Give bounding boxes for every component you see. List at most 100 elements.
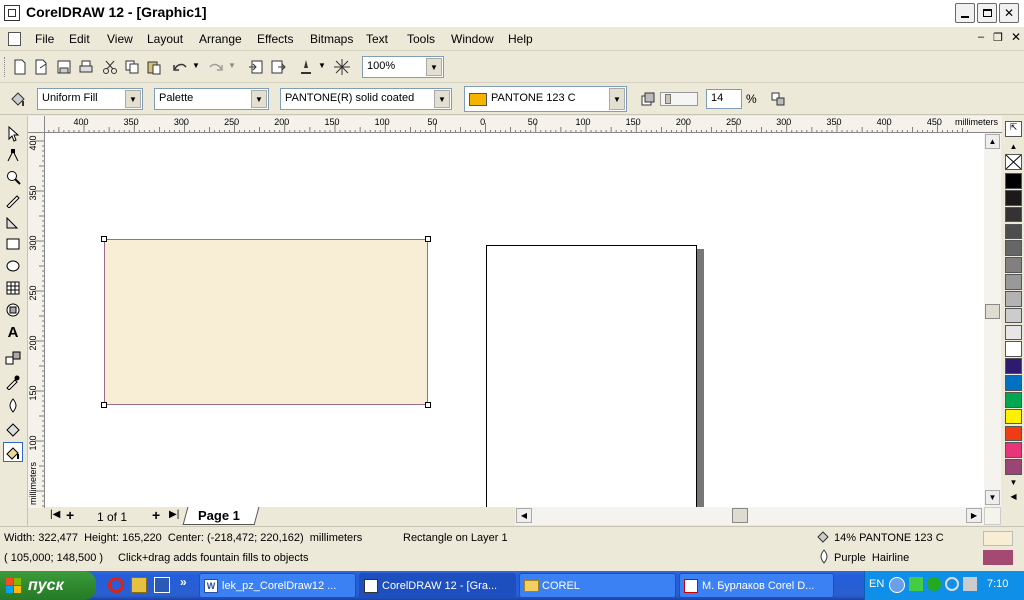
quicklaunch-opera-icon[interactable]: [108, 577, 124, 593]
application-launcher-icon[interactable]: [296, 57, 316, 77]
new-icon[interactable]: [10, 57, 30, 77]
copy-fill-icon[interactable]: [768, 89, 788, 109]
task-corel-folder[interactable]: COREL: [519, 573, 676, 598]
palette-options-icon[interactable]: ⇱: [1005, 121, 1022, 137]
menu-tools[interactable]: Tools: [407, 32, 435, 46]
palette-swatch[interactable]: [1005, 375, 1022, 391]
palette-swatch[interactable]: [1005, 324, 1022, 341]
menu-window[interactable]: Window: [451, 32, 494, 46]
horizontal-scrollbar[interactable]: ◀ ▶: [515, 507, 984, 525]
selection-handle[interactable]: [101, 236, 107, 242]
quicklaunch-app-icon[interactable]: [131, 577, 147, 593]
doc-minimize-button[interactable]: –: [974, 31, 988, 45]
quicklaunch-save-icon[interactable]: [154, 577, 170, 593]
selection-handle[interactable]: [425, 236, 431, 242]
color-name-select[interactable]: PANTONE 123 C ▼: [464, 86, 627, 112]
scroll-up-button[interactable]: ▲: [985, 134, 1000, 149]
fill-status-swatch[interactable]: [983, 531, 1013, 546]
palette-swatch[interactable]: [1005, 307, 1022, 324]
hscroll-thumb[interactable]: [732, 508, 748, 523]
palette-scroll-up[interactable]: ▲: [1005, 142, 1022, 154]
chevron-down-icon[interactable]: ▼: [251, 90, 267, 108]
interactive-blend-tool-icon[interactable]: [3, 348, 23, 368]
selection-handle[interactable]: [425, 402, 431, 408]
palette-swatch[interactable]: [1005, 257, 1022, 273]
add-page-before-button[interactable]: +: [66, 507, 74, 523]
selection-handle[interactable]: [101, 402, 107, 408]
document-icon[interactable]: [8, 32, 21, 46]
palette-swatch[interactable]: [1005, 274, 1022, 290]
fill-tool-icon[interactable]: [3, 420, 23, 440]
clock[interactable]: 7:10: [987, 578, 1008, 590]
menu-view[interactable]: View: [107, 32, 133, 46]
menu-arrange[interactable]: Arrange: [199, 32, 242, 46]
task-coreldraw[interactable]: CorelDRAW 12 - [Gra...: [359, 573, 516, 598]
chevron-down-icon[interactable]: ▼: [434, 90, 450, 108]
palette-swatch[interactable]: [1005, 459, 1022, 475]
outline-status-swatch[interactable]: [983, 550, 1013, 565]
palette-swatch[interactable]: [1005, 442, 1022, 459]
menu-bitmaps[interactable]: Bitmaps: [310, 32, 353, 46]
fill-bucket-icon[interactable]: [8, 89, 28, 109]
selected-rectangle[interactable]: [104, 239, 428, 405]
tray-sync-icon[interactable]: [945, 577, 959, 591]
last-page-button[interactable]: ▶|: [169, 509, 179, 520]
outline-tool-icon[interactable]: [3, 396, 23, 416]
no-color-swatch[interactable]: [1005, 154, 1022, 170]
import-icon[interactable]: [246, 57, 266, 77]
cut-icon[interactable]: [100, 57, 120, 77]
chevron-down-icon[interactable]: ▼: [609, 88, 625, 110]
scroll-left-button[interactable]: ◀: [516, 508, 532, 523]
zoom-level-select[interactable]: 100% ▼: [362, 56, 444, 78]
freehand-tool-icon[interactable]: [3, 190, 23, 210]
fill-type-select[interactable]: Uniform Fill ▼: [37, 88, 143, 110]
basic-shapes-tool-icon[interactable]: [3, 300, 23, 320]
add-page-after-button[interactable]: +: [152, 507, 160, 523]
vertical-ruler[interactable]: 400 350 300 250 200 150 100 millimeters: [28, 133, 45, 508]
zoom-tool-icon[interactable]: [3, 168, 23, 188]
undo-dropdown-icon[interactable]: ▼: [192, 61, 200, 70]
palette-swatch[interactable]: [1005, 240, 1022, 257]
undo-icon[interactable]: [170, 57, 190, 77]
redo-dropdown-icon[interactable]: ▼: [228, 61, 236, 70]
tray-network-icon[interactable]: [909, 577, 923, 591]
drawing-canvas[interactable]: [45, 133, 984, 507]
palette-swatch[interactable]: [1005, 408, 1022, 425]
task-word-document[interactable]: W lek_pz_CorelDraw12 ...: [199, 573, 356, 598]
palette-swatch[interactable]: [1005, 189, 1022, 206]
chevron-down-icon[interactable]: ▼: [125, 90, 141, 108]
horizontal-ruler[interactable]: 400 350 300 250 200 150 100 50 0 50 100 150 200 250 30…: [28, 116, 1002, 133]
toolbar-grip[interactable]: [4, 57, 7, 77]
palette-swatch[interactable]: [1005, 425, 1022, 442]
chevron-down-icon[interactable]: ▼: [426, 58, 442, 76]
palette-swatch[interactable]: [1005, 206, 1022, 223]
palette-swatch[interactable]: [1005, 358, 1022, 374]
tray-back-icon[interactable]: [889, 577, 905, 593]
language-indicator[interactable]: EN: [869, 578, 884, 590]
quicklaunch-more-icon[interactable]: »: [180, 575, 187, 589]
scroll-right-button[interactable]: ▶: [966, 508, 982, 523]
palette-name-select[interactable]: PANTONE(R) solid coated ▼: [280, 88, 452, 110]
paste-icon[interactable]: [144, 57, 164, 77]
first-page-button[interactable]: |◀: [50, 509, 60, 520]
vertical-scrollbar[interactable]: ▲ ▼: [984, 133, 1001, 507]
save-icon[interactable]: [54, 57, 74, 77]
task-pdf-document[interactable]: М. Бурлаков Corel D...: [679, 573, 834, 598]
print-icon[interactable]: [76, 57, 96, 77]
menu-edit[interactable]: Edit: [69, 32, 90, 46]
restore-button[interactable]: [977, 3, 997, 23]
palette-type-select[interactable]: Palette ▼: [154, 88, 269, 110]
menu-layout[interactable]: Layout: [147, 32, 183, 46]
pick-tool-icon[interactable]: [3, 124, 23, 144]
app-icon[interactable]: [4, 5, 20, 21]
palette-swatch[interactable]: [1005, 391, 1022, 408]
tint-slider[interactable]: [660, 92, 698, 106]
open-icon[interactable]: [32, 57, 52, 77]
eyedropper-tool-icon[interactable]: [3, 372, 23, 392]
rectangle-tool-icon[interactable]: [3, 234, 23, 254]
menu-effects[interactable]: Effects: [257, 32, 293, 46]
copy-icon[interactable]: [122, 57, 142, 77]
minimize-button[interactable]: [955, 3, 975, 23]
palette-swatch[interactable]: [1005, 341, 1022, 358]
tray-antivirus-icon[interactable]: [927, 577, 941, 591]
